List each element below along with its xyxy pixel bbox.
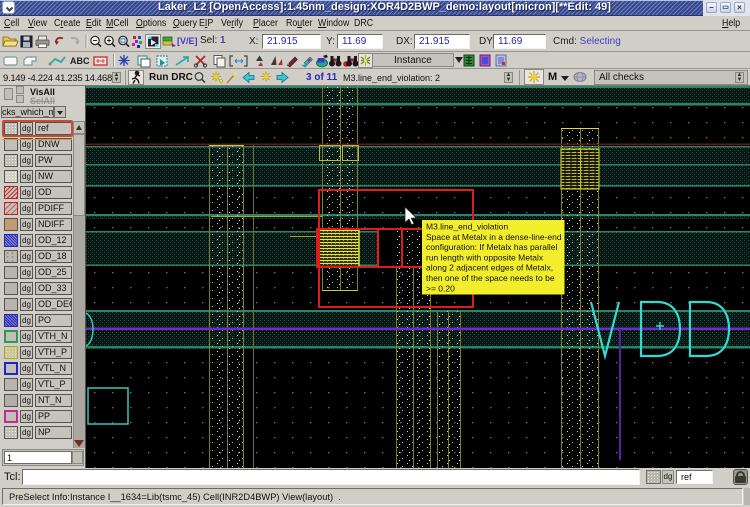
svg-text:run length with opposite Metal: run length with opposite Metalx	[426, 252, 544, 262]
svg-text:configuration: If Metalx has p: configuration: If Metalx has parallel	[426, 242, 557, 252]
svg-text:M3.line_end_violation: M3.line_end_violation	[426, 222, 508, 232]
svg-text:Space at Metalx in a dense-lin: Space at Metalx in a dense-line-end	[426, 232, 562, 242]
svg-text:along 2 adjacent edges of Meta: along 2 adjacent edges of Metalx,	[426, 263, 553, 273]
svg-text:>= 0.20: >= 0.20	[426, 283, 455, 293]
svg-text:ABC: ABC	[70, 56, 90, 66]
svg-text:then one of the space needs to: then one of the space needs to be	[426, 273, 555, 283]
